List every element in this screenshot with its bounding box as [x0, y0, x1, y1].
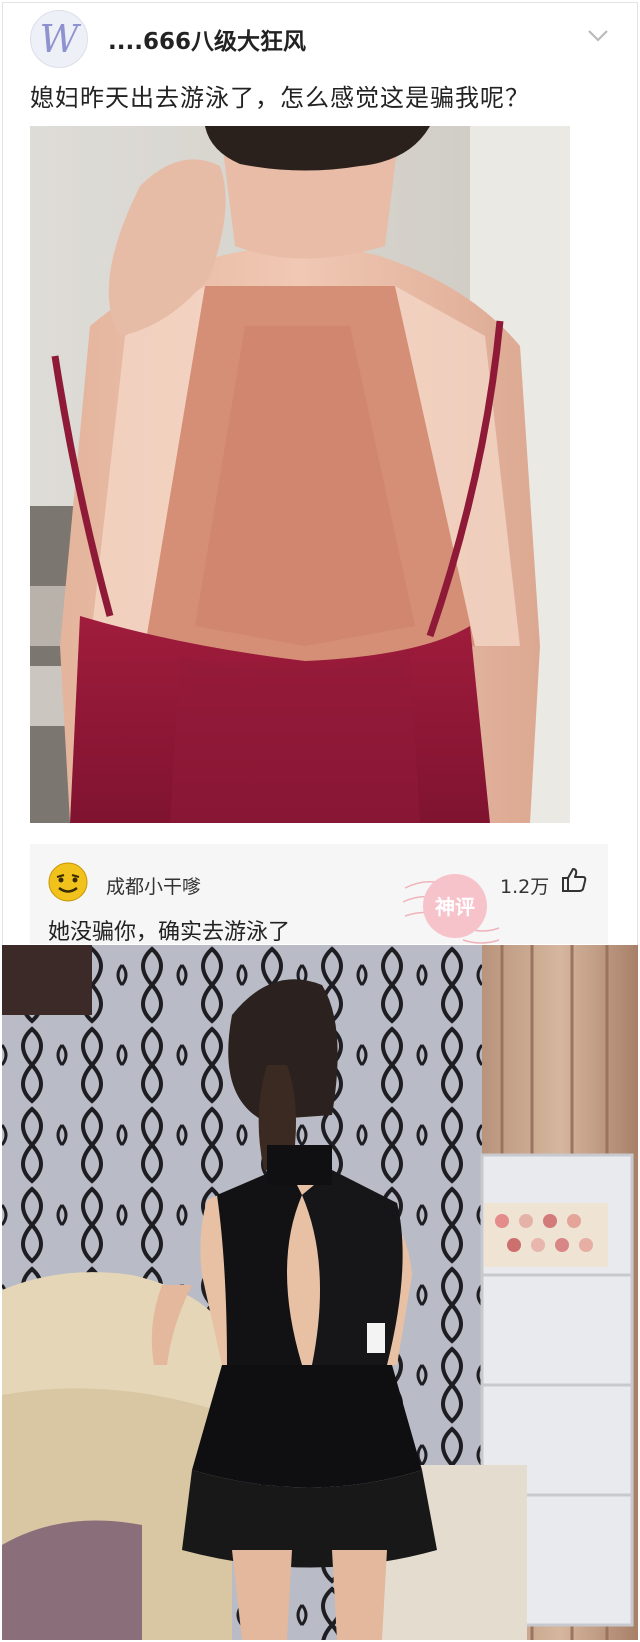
avatar-letter: W	[39, 17, 79, 61]
comment-image-swimsuit[interactable]	[2, 945, 638, 1640]
comment-username[interactable]: 成都小干嗲	[106, 872, 201, 899]
post-header: W ....666八级大狂风	[0, 0, 640, 80]
featured-comment-stamp: 神评	[402, 874, 500, 944]
stamp-text: 神评	[435, 895, 475, 919]
emoji-face-icon[interactable]	[48, 862, 88, 902]
avatar[interactable]: W	[30, 10, 88, 68]
comment-text: 她没骗你，确实去游泳了	[48, 920, 291, 945]
top-comment: 成都小干嗲 神评 1.2万 她没骗你，确实去游泳了	[30, 844, 608, 945]
post-username[interactable]: ....666八级大狂风	[108, 22, 306, 56]
chevron-down-icon[interactable]	[586, 28, 610, 44]
thumbs-up-icon[interactable]	[560, 866, 588, 894]
swimsuit-photo-illustration	[2, 945, 638, 1640]
post-image-back-tan[interactable]	[30, 126, 570, 823]
like-count: 1.2万	[500, 876, 550, 898]
post-text: 媳妇昨天出去游泳了，怎么感觉这是骗我呢？	[30, 84, 530, 112]
tan-back-illustration	[30, 126, 570, 823]
